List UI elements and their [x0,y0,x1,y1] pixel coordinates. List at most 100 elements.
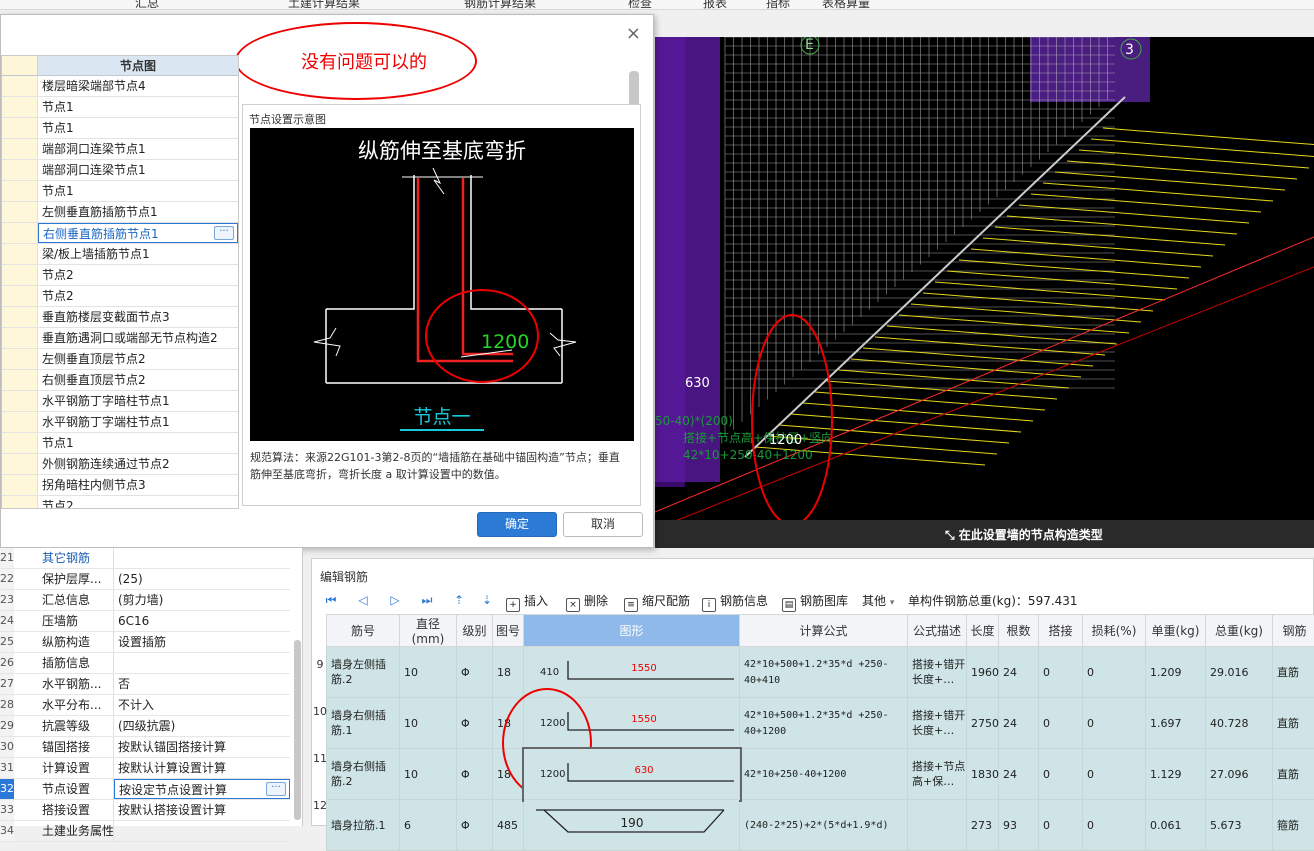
rebar-library-button[interactable]: ▤钢筋图库 [782,592,848,612]
first-record-icon[interactable]: ⏮ [324,593,338,607]
column-header[interactable]: 图形 [524,615,740,647]
cell-count[interactable]: 93 [999,800,1039,851]
property-row[interactable]: 33搭接设置按默认搭接设置计算 [0,800,290,821]
menu-index[interactable]: 指标 [766,0,790,11]
cell-type[interactable]: 直筋 [1273,749,1314,800]
menu-report[interactable]: 报表 [703,0,727,11]
menu-check[interactable]: 检查 [628,0,652,11]
cell-desc[interactable] [908,800,967,851]
column-header[interactable]: 单重(kg) [1146,615,1206,647]
ok-button[interactable]: 确定 [477,512,557,537]
column-header[interactable]: 损耗(%) [1083,615,1146,647]
cell-desc[interactable]: 搭接+节点高+保… [908,749,967,800]
node-list-item[interactable]: 节点2 [2,496,238,509]
property-row[interactable]: 28水平分布...不计入 [0,695,290,716]
property-row[interactable]: 21其它钢筋 [0,548,290,569]
column-header[interactable]: 总重(kg) [1206,615,1273,647]
node-list-item[interactable]: 梁/板上墙插筋节点1 [2,244,238,265]
other-menu[interactable]: 其他 ▾ [862,592,894,609]
cell-loss[interactable]: 0 [1083,698,1146,749]
cell-formula[interactable]: 42*10+250-40+1200 [740,749,908,800]
node-list-item[interactable]: 右侧垂直顶层节点2 [2,370,238,391]
table-row[interactable]: 墙身右侧插筋.110Φ181200155042*10+500+1.2*35*d … [327,698,1314,749]
column-header[interactable]: 直径(mm) [400,615,457,647]
cell-total[interactable]: 27.096 [1206,749,1273,800]
node-list-item[interactable]: 右侧垂直筋插筋节点1··· [2,223,238,244]
move-down-icon[interactable]: ⇣ [480,593,494,607]
table-row[interactable]: 墙身左侧插筋.210Φ18410155042*10+500+1.2*35*d +… [327,647,1314,698]
column-header[interactable]: 长度 [967,615,999,647]
node-list-item[interactable]: 节点1 [2,181,238,202]
node-list-item[interactable]: 节点1 [2,433,238,454]
property-row[interactable]: 34土建业务属性 [0,821,290,842]
cell-unit[interactable]: 1.697 [1146,698,1206,749]
property-row[interactable]: 29抗震等级(四级抗震) [0,716,290,737]
property-value[interactable] [114,821,290,841]
cell-name[interactable]: 墙身右侧插筋.1 [327,698,400,749]
ellipsis-button[interactable]: ··· [266,782,286,796]
cell-formula[interactable]: 42*10+500+1.2*35*d +250-40+1200 [740,698,908,749]
cell-loss[interactable]: 0 [1083,647,1146,698]
property-value[interactable]: (四级抗震) [114,716,290,736]
cell-fig[interactable]: 18 [493,749,524,800]
cell-grade[interactable]: Φ [457,800,493,851]
property-row[interactable]: 32节点设置按设定节点设置计算··· [0,779,290,800]
property-row[interactable]: 22保护层厚...(25) [0,569,290,590]
menu-table-qty[interactable]: 表格算量 [822,0,870,11]
cell-total[interactable]: 40.728 [1206,698,1273,749]
cell-grade[interactable]: Φ [457,698,493,749]
property-row[interactable]: 24压墙筋6C16 [0,611,290,632]
column-header[interactable]: 图号 [493,615,524,647]
cell-fig[interactable]: 485 [493,800,524,851]
cell-fig[interactable]: 18 [493,647,524,698]
cell-name[interactable]: 墙身右侧插筋.2 [327,749,400,800]
cell-loss[interactable]: 0 [1083,749,1146,800]
node-list-item[interactable]: 左侧垂直顶层节点2 [2,349,238,370]
insert-button[interactable]: +插入 [506,592,548,612]
node-list-item[interactable]: 垂直筋遇洞口或端部无节点构造2 [2,328,238,349]
cell-type[interactable]: 直筋 [1273,698,1314,749]
node-list-item[interactable]: 水平钢筋丁字暗柱节点1 [2,391,238,412]
cell-total[interactable]: 5.673 [1206,800,1273,851]
node-list-item[interactable]: 节点2 [2,265,238,286]
cell-total[interactable]: 29.016 [1206,647,1273,698]
property-value[interactable]: 按设定节点设置计算··· [114,779,290,799]
column-header[interactable]: 级别 [457,615,493,647]
cell-dia[interactable]: 10 [400,647,457,698]
property-row[interactable]: 31计算设置按默认计算设置计算 [0,758,290,779]
node-list-item[interactable]: 楼层暗梁端部节点4 [2,76,238,97]
property-value[interactable]: (25) [114,569,290,589]
delete-button[interactable]: ×删除 [566,592,608,612]
cell-len[interactable]: 2750 [967,698,999,749]
column-header[interactable]: 钢筋 [1273,615,1314,647]
menu-civil-results[interactable]: 土建计算结果 [288,0,360,11]
property-row[interactable]: 30锚固搭接按默认锚固搭接计算 [0,737,290,758]
cell-desc[interactable]: 搭接+错开长度+… [908,698,967,749]
property-row[interactable]: 23汇总信息(剪力墙) [0,590,290,611]
cell-unit[interactable]: 0.061 [1146,800,1206,851]
property-row[interactable]: 26插筋信息 [0,653,290,674]
node-list-item[interactable]: 节点1 [2,97,238,118]
cell-shape[interactable]: 4101550 [524,647,740,698]
table-row[interactable]: 墙身拉筋.16Φ485190(240-2*25)+2*(5*d+1.9*d)27… [327,800,1314,851]
menu-summary[interactable]: 汇总 [135,0,159,11]
node-list-item[interactable]: 左侧垂直筋插筋节点1 [2,202,238,223]
move-up-icon[interactable]: ⇡ [452,593,466,607]
cell-len[interactable]: 273 [967,800,999,851]
cell-name[interactable]: 墙身左侧插筋.2 [327,647,400,698]
cell-lap[interactable]: 0 [1039,698,1083,749]
property-scrollbar[interactable] [294,640,301,820]
node-list-item[interactable]: 节点2 [2,286,238,307]
cell-grade[interactable]: Φ [457,749,493,800]
property-value[interactable] [114,653,290,673]
cell-unit[interactable]: 1.129 [1146,749,1206,800]
node-list-item[interactable]: 水平钢筋丁字端柱节点1 [2,412,238,433]
column-header[interactable]: 公式描述 [908,615,967,647]
property-value[interactable]: (剪力墙) [114,590,290,610]
cell-len[interactable]: 1830 [967,749,999,800]
node-list-item[interactable]: 外侧钢筋连续通过节点2 [2,454,238,475]
cell-count[interactable]: 24 [999,698,1039,749]
node-list-item[interactable]: 节点1 [2,118,238,139]
ellipsis-button[interactable]: ··· [214,226,234,240]
node-list-item[interactable]: 拐角暗柱内侧节点3 [2,475,238,496]
